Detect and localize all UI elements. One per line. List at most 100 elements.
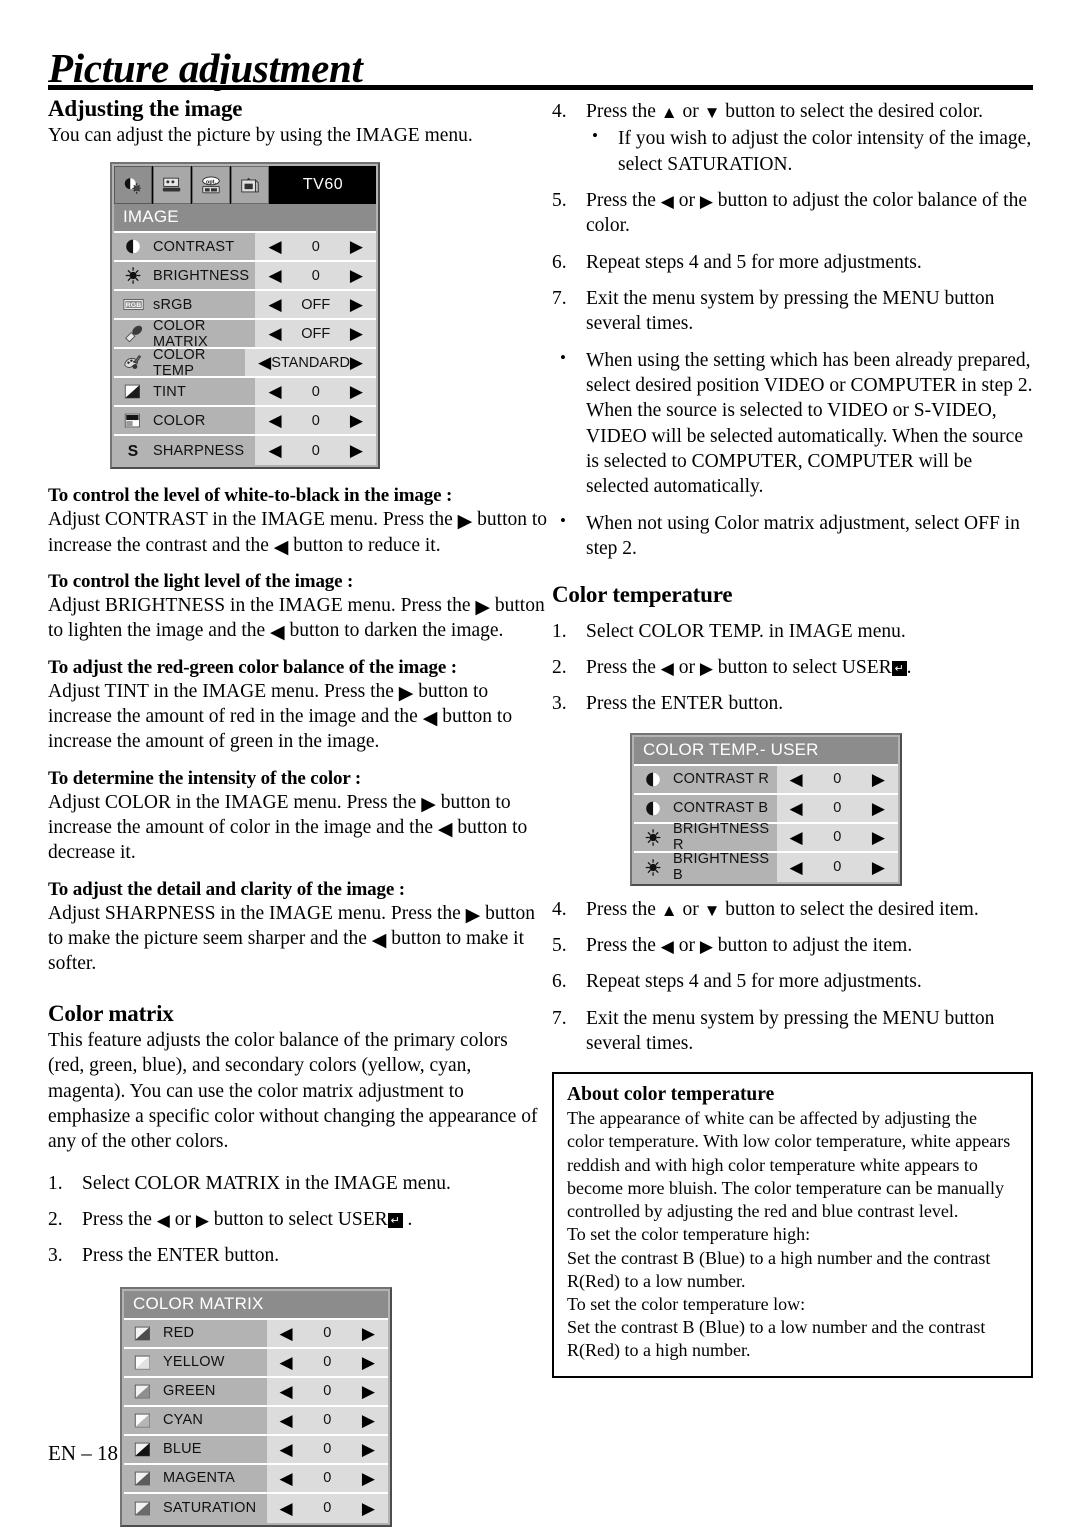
right-arrow-icon[interactable]: ▶ [362, 1325, 375, 1342]
left-arrow-icon[interactable]: ◀ [280, 1325, 293, 1342]
osd-row-value-cell[interactable]: ◀ OFF ▶ [255, 291, 376, 319]
left-arrow-icon[interactable]: ◀ [268, 325, 281, 342]
right-arrow-icon[interactable]: ▶ [872, 800, 885, 817]
osd-row-value-cell[interactable]: ◀ 0 ▶ [255, 262, 376, 290]
right-arrow-icon[interactable]: ▶ [872, 771, 885, 788]
right-arrow-icon[interactable]: ▶ [350, 442, 363, 459]
left-arrow-icon[interactable]: ◀ [790, 859, 803, 876]
osd-row-value-cell[interactable]: ◀ 0 ▶ [776, 794, 898, 822]
color-temp-osd-menu[interactable]: COLOR TEMP.- USER CONTRAST R ◀ 0 ▶ CONTRAST … [630, 732, 902, 886]
right-arrow-icon[interactable]: ▶ [362, 1412, 375, 1429]
left-arrow-icon[interactable]: ◀ [790, 829, 803, 846]
srgb-icon: RGB [123, 295, 145, 314]
right-arrow-icon[interactable]: ▶ [350, 267, 363, 284]
right-arrow-icon[interactable]: ▶ [350, 412, 363, 429]
osd-row[interactable]: MAGENTA ◀ 0 ▶ [124, 1464, 388, 1494]
osd-row-value-cell[interactable]: ◀ 0 ▶ [266, 1493, 388, 1523]
left-arrow-icon[interactable]: ◀ [790, 771, 803, 788]
left-arrow-icon[interactable]: ◀ [268, 412, 281, 429]
osd-row[interactable]: BRIGHTNESS ◀ 0 ▶ [114, 262, 376, 292]
osd-row-value-cell[interactable]: ◀ 0 ▶ [255, 233, 376, 261]
right-arrow-icon[interactable]: ▶ [362, 1470, 375, 1487]
right-arrow-icon[interactable]: ▶ [350, 383, 363, 400]
right-arrow-icon[interactable]: ▶ [350, 354, 363, 371]
osd-row[interactable]: COLOR ◀ 0 ▶ [114, 407, 376, 437]
osd-row-value-cell[interactable]: ◀ 0 ▶ [266, 1377, 388, 1405]
left-arrow-icon[interactable]: ◀ [790, 800, 803, 817]
osd-row[interactable]: RGB sRGB ◀ OFF ▶ [114, 291, 376, 321]
color-matrix-intro: This feature adjusts the color balance o… [48, 1029, 538, 1153]
osd-row-value-cell[interactable]: ◀ 0 ▶ [255, 407, 376, 435]
right-arrow-icon[interactable]: ▶ [872, 829, 885, 846]
osd-row[interactable]: GREEN ◀ 0 ▶ [124, 1377, 388, 1407]
left-arrow-icon[interactable]: ◀ [268, 267, 281, 284]
left-arrow-icon[interactable]: ◀ [280, 1500, 293, 1517]
osd-row[interactable]: BRIGHTNESS B ◀ 0 ▶ [634, 851, 898, 883]
osd-row-value-cell[interactable]: ◀ 0 ▶ [776, 823, 898, 851]
osd-row-value-cell[interactable]: ◀ 0 ▶ [255, 436, 376, 466]
signal-tab[interactable] [231, 166, 269, 205]
right-arrow-icon[interactable]: ▶ [362, 1441, 375, 1458]
osd-row[interactable]: BRIGHTNESS R ◀ 0 ▶ [634, 821, 898, 854]
step-item: 7. Exit the menu system by pressing the M… [552, 1007, 995, 1054]
osd-row[interactable]: COLOR MATRIX ◀ OFF ▶ [114, 317, 376, 350]
osd-row-label: COLOR TEMP [153, 346, 206, 379]
left-arrow-icon[interactable]: ◀ [280, 1383, 293, 1400]
osd-row-value-cell[interactable]: ◀ 0 ▶ [266, 1319, 388, 1347]
osd-row-label-cell: COLOR [114, 407, 256, 435]
left-arrow-icon[interactable]: ◀ [268, 383, 281, 400]
osd-row-value-cell[interactable]: ◀ 0 ▶ [266, 1464, 388, 1492]
osd-row-value-cell[interactable]: ◀ 0 ▶ [266, 1406, 388, 1434]
left-arrow-icon[interactable]: ◀ [268, 296, 281, 313]
image-tab[interactable] [114, 166, 152, 205]
color-matrix-osd-menu[interactable]: COLOR MATRIX RED ◀ 0 ▶ YELLOW ◀ 0 ▶ GREEN ◀ 0 ▶ CYAN… [120, 1286, 392, 1527]
osd-row[interactable]: CONTRAST R ◀ 0 ▶ [634, 765, 898, 795]
option-tab[interactable]: opt. [192, 166, 230, 205]
left-arrow-icon[interactable]: ◀ [268, 238, 281, 255]
left-arrow-icon[interactable]: ◀ [268, 442, 281, 459]
right-arrow-icon[interactable]: ▶ [350, 296, 363, 313]
osd-row[interactable]: YELLOW ◀ 0 ▶ [124, 1348, 388, 1378]
osd-row-label: BRIGHTNESS R [673, 821, 770, 854]
left-arrow-icon[interactable]: ◀ [258, 354, 271, 371]
osd-row[interactable]: CONTRAST ◀ 0 ▶ [114, 233, 376, 263]
right-arrow-icon[interactable]: ▶ [362, 1383, 375, 1400]
left-arrow-icon[interactable]: ◀ [280, 1412, 293, 1429]
install-tab[interactable] [153, 166, 191, 205]
osd-row[interactable]: BLUE ◀ 0 ▶ [124, 1435, 388, 1465]
right-arrow-icon[interactable]: ▶ [350, 238, 363, 255]
osd-row-value-cell[interactable]: ◀ OFF ▶ [255, 320, 376, 348]
left-arrow-icon[interactable]: ◀ [280, 1441, 293, 1458]
color-matrix-steps: 1. Select COLOR MATRIX in the IMAGE menu.… [48, 1171, 548, 1269]
left-arrow-icon[interactable]: ◀ [280, 1470, 293, 1487]
osd-row[interactable]: CYAN ◀ 0 ▶ [124, 1406, 388, 1436]
osd-row-value-cell[interactable]: ◀ 0 ▶ [776, 765, 898, 793]
about-box-line: Set the contrast B (Blue) to a high numb… [567, 1247, 991, 1291]
right-arrow-icon[interactable]: ▶ [362, 1354, 375, 1371]
right-arrow-icon[interactable]: ▶ [362, 1500, 375, 1517]
image-osd-menu[interactable]: opt. TV60 IMAGE CONTRAST ◀ 0 ▶ BRIGHTNESS ◀ 0 ▶… [110, 162, 380, 470]
about-box-heading: About color temperature [567, 1084, 775, 1106]
left-column: Adjusting the image You can adjust the p… [48, 96, 548, 1527]
osd-row[interactable]: TINT ◀ 0 ▶ [114, 378, 376, 408]
osd-row[interactable]: COLOR TEMP ◀ STANDARD ▶ [114, 346, 376, 379]
adjusting-the-image-intro: You can adjust the picture by using the … [48, 125, 473, 146]
osd-row-value-cell[interactable]: ◀ 0 ▶ [266, 1348, 388, 1376]
osd-row-value-cell[interactable]: ◀ STANDARD ▶ [245, 349, 376, 377]
osd-row[interactable]: CONTRAST B ◀ 0 ▶ [634, 794, 898, 824]
right-arrow-icon[interactable]: ▶ [872, 859, 885, 876]
osd-row-value-cell[interactable]: ◀ 0 ▶ [266, 1435, 388, 1463]
right-column: 4. Press the ▲ or ▼ button to select the … [552, 96, 1033, 1378]
osd-row[interactable]: RED ◀ 0 ▶ [124, 1319, 388, 1349]
instruction-subhead: To adjust the red-green color balance of… [48, 656, 457, 678]
osd-row[interactable]: S SHARPNESS ◀ 0 ▶ [114, 436, 376, 466]
right-arrow-icon[interactable]: ▶ [350, 325, 363, 342]
osd-row-label: COLOR MATRIX [153, 317, 208, 350]
osd-row-value-cell[interactable]: ◀ 0 ▶ [776, 852, 898, 882]
osd-row[interactable]: SATURATION ◀ 0 ▶ [124, 1493, 388, 1523]
osd-row-value-cell[interactable]: ◀ 0 ▶ [255, 378, 376, 406]
step-number: 3. [552, 693, 567, 715]
osd-row-label: CONTRAST B [673, 800, 769, 817]
left-arrow-icon[interactable]: ◀ [280, 1354, 293, 1371]
osd-row-label-cell: CONTRAST B [634, 794, 777, 822]
